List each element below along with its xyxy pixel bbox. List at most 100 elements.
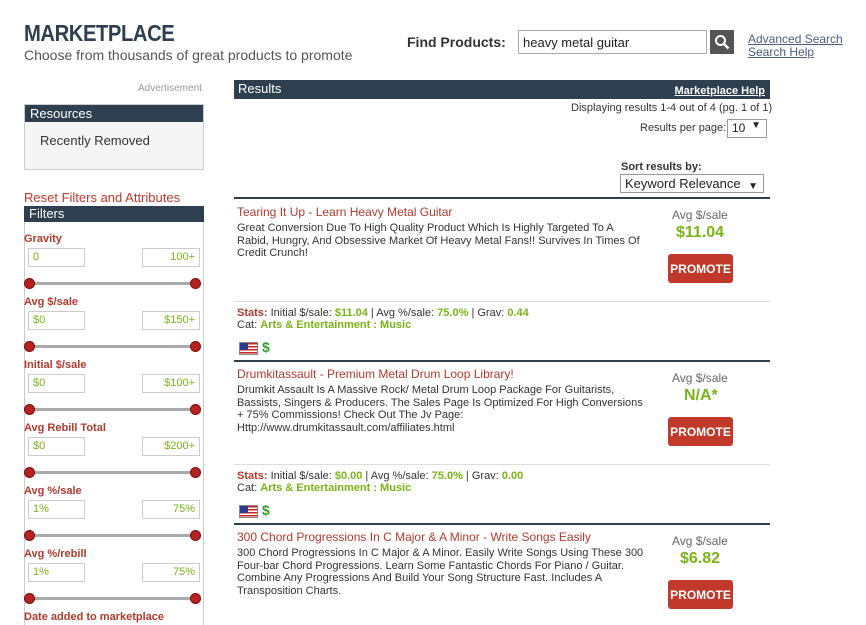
avg-pct-sale-value: 75.0% bbox=[437, 307, 469, 319]
filter-label-gravity: Gravity bbox=[24, 233, 62, 245]
stats-divider bbox=[234, 301, 770, 302]
avg-pct-sale-value: 75.0% bbox=[431, 470, 463, 482]
initial-sale-value: $0.00 bbox=[334, 470, 363, 482]
category-value: Arts & Entertainment : Music bbox=[260, 482, 412, 494]
product-title-link[interactable]: 300 Chord Progressions In C Major & A Mi… bbox=[237, 530, 591, 544]
search-button[interactable] bbox=[710, 30, 734, 54]
gravity-slider-max-handle[interactable] bbox=[190, 278, 201, 289]
product-description: 300 Chord Progressions In C Major & A Mi… bbox=[237, 547, 644, 597]
reset-filters-link[interactable]: Reset Filters and Attributes bbox=[24, 190, 180, 205]
avg-sale-value: $6.82 bbox=[680, 550, 721, 567]
avg-sale-value: N/A* bbox=[684, 387, 718, 404]
results-header: Results Marketplace Help bbox=[234, 80, 770, 99]
results-title: Results bbox=[238, 81, 282, 96]
results-per-page-select[interactable]: 10 ▼ bbox=[727, 119, 767, 138]
avg-pct-rebill-min-input[interactable]: 1% bbox=[28, 563, 85, 582]
filter-label-date-added: Date added to marketplace bbox=[24, 611, 164, 623]
results-count: Displaying results 1-4 out of 4 (pg. 1 o… bbox=[571, 102, 773, 114]
avg-rebill-max-input[interactable]: $200+ bbox=[142, 437, 200, 456]
page-subtitle: Choose from thousands of great products … bbox=[24, 47, 353, 63]
stats-divider bbox=[234, 464, 770, 465]
avg-pct-rebill-slider-min-handle[interactable] bbox=[24, 593, 35, 604]
result-divider bbox=[234, 197, 770, 199]
avg-sale-min-input[interactable]: $0 bbox=[28, 311, 85, 330]
avg-pct-sale-slider-min-handle[interactable] bbox=[24, 530, 35, 541]
filter-label-avg-pct-sale: Avg %/sale bbox=[24, 485, 82, 497]
gravity-slider-track[interactable] bbox=[29, 282, 196, 285]
avg-sale-slider-max-handle[interactable] bbox=[190, 341, 201, 352]
product-stats: Stats: Initial $/sale: $11.04 | Avg %/sa… bbox=[237, 307, 529, 319]
avg-pct-sale-max-input[interactable]: 75% bbox=[142, 500, 200, 519]
stats-label: Stats: bbox=[237, 470, 268, 482]
filters-title: Filters bbox=[24, 206, 204, 222]
product-description: Great Conversion Due To High Quality Pro… bbox=[237, 222, 640, 259]
avg-rebill-slider-track[interactable] bbox=[29, 471, 196, 474]
initial-sale-min-input[interactable]: $0 bbox=[28, 374, 85, 393]
avg-rebill-min-input[interactable]: $0 bbox=[28, 437, 85, 456]
initial-sale-slider-track[interactable] bbox=[29, 408, 196, 411]
sort-value: Keyword Relevance bbox=[625, 176, 741, 191]
page-title: MARKETPLACE bbox=[24, 20, 175, 46]
magnifier-icon bbox=[715, 35, 730, 50]
marketplace-help-link[interactable]: Marketplace Help bbox=[675, 85, 765, 97]
gravity-max-input[interactable]: 100+ bbox=[142, 248, 200, 267]
promote-button[interactable]: PROMOTE bbox=[668, 580, 733, 609]
promote-button[interactable]: PROMOTE bbox=[668, 417, 733, 446]
avg-sale-slider-min-handle[interactable] bbox=[24, 341, 35, 352]
avg-pct-sale-slider-track[interactable] bbox=[29, 534, 196, 537]
avg-sale-slider-track[interactable] bbox=[29, 345, 196, 348]
initial-sale-slider-min-handle[interactable] bbox=[24, 404, 35, 415]
resources-panel: Resources Recently Removed bbox=[24, 104, 204, 170]
gravity-slider-min-handle[interactable] bbox=[24, 278, 35, 289]
advanced-search-link[interactable]: Advanced Search bbox=[748, 32, 843, 46]
recently-removed-link[interactable]: Recently Removed bbox=[40, 133, 150, 148]
product-description: Drumkit Assault Is A Massive Rock/ Metal… bbox=[237, 384, 643, 434]
gravity-value: 0.00 bbox=[501, 470, 524, 482]
category-value: Arts & Entertainment : Music bbox=[260, 319, 412, 331]
gravity-min-input[interactable]: 0 bbox=[28, 248, 85, 267]
category-label: Cat: bbox=[237, 482, 258, 494]
product-title-link[interactable]: Drumkitassault - Premium Metal Drum Loop… bbox=[237, 367, 514, 381]
search-input[interactable] bbox=[518, 30, 707, 54]
filter-label-initial-sale: Initial $/sale bbox=[24, 359, 87, 371]
advertisement-label: Advertisement bbox=[138, 83, 202, 94]
avg-rebill-slider-min-handle[interactable] bbox=[24, 467, 35, 478]
result-divider bbox=[234, 360, 770, 362]
product-category: Cat: Arts & Entertainment : Music bbox=[237, 319, 411, 331]
avg-sale-max-input[interactable]: $150+ bbox=[142, 311, 200, 330]
avg-rebill-slider-max-handle[interactable] bbox=[190, 467, 201, 478]
avg-pct-sale-slider-max-handle[interactable] bbox=[190, 530, 201, 541]
category-label: Cat: bbox=[237, 319, 258, 331]
results-per-page-value: 10 bbox=[732, 121, 746, 135]
sort-select[interactable]: Keyword Relevance ▼ bbox=[620, 174, 764, 193]
search-help-link[interactable]: Search Help bbox=[748, 45, 814, 59]
sort-label: Sort results by: bbox=[621, 161, 702, 173]
filter-label-avg-pct-rebill: Avg %/rebill bbox=[24, 548, 87, 560]
gravity-value: 0.44 bbox=[507, 307, 529, 319]
avg-pct-sale-min-input[interactable]: 1% bbox=[28, 500, 85, 519]
filter-label-avg-rebill-total: Avg Rebill Total bbox=[24, 422, 106, 434]
initial-sale-max-input[interactable]: $100+ bbox=[142, 374, 200, 393]
avg-pct-rebill-slider-track[interactable] bbox=[29, 597, 196, 600]
us-flag-icon bbox=[239, 342, 258, 355]
product-category: Cat: Arts & Entertainment : Music bbox=[237, 482, 411, 494]
result-divider bbox=[234, 523, 770, 525]
us-flag-icon bbox=[239, 505, 258, 518]
stats-label: Stats: bbox=[237, 307, 268, 319]
initial-sale-value: $11.04 bbox=[334, 307, 368, 319]
avg-pct-rebill-slider-max-handle[interactable] bbox=[190, 593, 201, 604]
promote-button[interactable]: PROMOTE bbox=[668, 254, 733, 283]
initial-sale-slider-max-handle[interactable] bbox=[190, 404, 201, 415]
dollar-icon: $ bbox=[262, 339, 270, 355]
avg-pct-rebill-max-input[interactable]: 75% bbox=[142, 563, 200, 582]
chevron-down-icon: ▼ bbox=[748, 181, 758, 192]
filter-label-avg-sale: Avg $/sale bbox=[24, 296, 79, 308]
product-stats: Stats: Initial $/sale: $0.00 | Avg %/sal… bbox=[237, 470, 524, 482]
find-products-label: Find Products: bbox=[407, 34, 506, 50]
resources-title: Resources bbox=[25, 105, 203, 122]
avg-sale-label: Avg $/sale bbox=[672, 208, 728, 222]
dollar-icon: $ bbox=[262, 502, 270, 518]
product-title-link[interactable]: Tearing It Up - Learn Heavy Metal Guitar bbox=[237, 205, 452, 219]
avg-sale-label: Avg $/sale bbox=[672, 371, 728, 385]
results-per-page-label: Results per page: bbox=[640, 122, 727, 134]
